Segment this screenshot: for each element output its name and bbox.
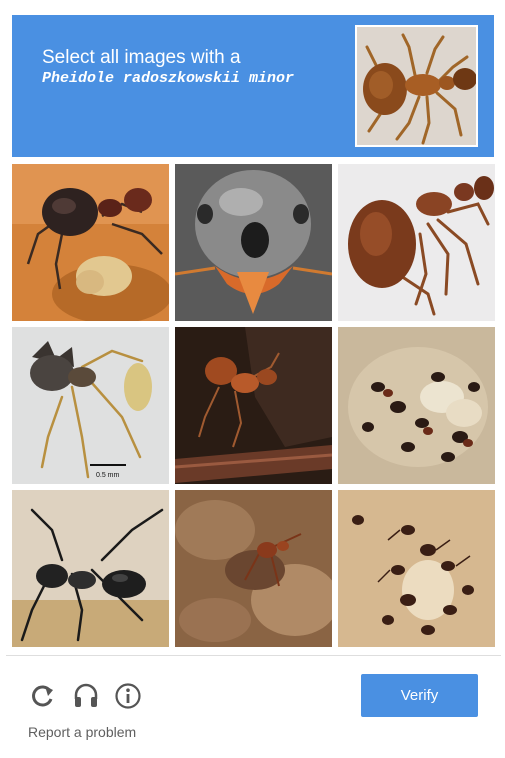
info-icon <box>115 683 141 709</box>
grid-tile-5[interactable] <box>175 327 332 484</box>
challenge-target: Pheidole radoszkowskii minor <box>42 70 295 87</box>
grid-tile-3[interactable] <box>338 164 495 321</box>
grid-tile-6[interactable] <box>338 327 495 484</box>
grid-tile-7[interactable] <box>12 490 169 647</box>
reload-icon <box>32 685 53 707</box>
challenge-header: Select all images with a Pheidole radosz… <box>12 15 494 157</box>
footer-divider <box>6 655 501 656</box>
grid-tile-9[interactable] <box>338 490 495 647</box>
challenge-sample-image <box>355 25 478 147</box>
grid-tile-2[interactable] <box>175 164 332 321</box>
scale-bar-label: 0.5 mm <box>96 472 120 479</box>
headphones-icon <box>74 683 98 707</box>
grid-tile-8[interactable] <box>175 490 332 647</box>
audio-challenge-button[interactable] <box>72 682 100 710</box>
reload-button[interactable] <box>29 682 57 710</box>
challenge-instruction: Select all images with a <box>42 47 241 68</box>
grid-tile-1[interactable] <box>12 164 169 321</box>
info-button[interactable] <box>114 682 142 710</box>
grid-tile-4[interactable]: 0.5 mm <box>12 327 169 484</box>
verify-button[interactable]: Verify <box>361 674 478 717</box>
image-grid: 0.5 mm <box>12 164 496 647</box>
report-problem-link[interactable]: Report a problem <box>28 724 136 740</box>
